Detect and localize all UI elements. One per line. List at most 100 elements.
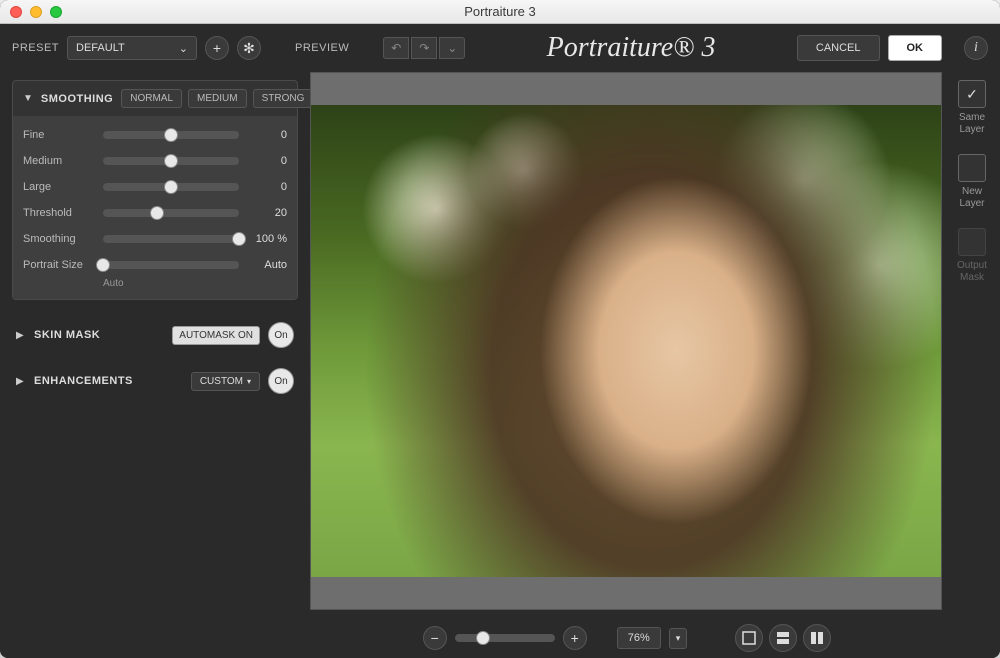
slider-row-portrait-size: Portrait SizeAuto <box>23 252 287 278</box>
preset-value: DEFAULT <box>76 42 125 54</box>
right-rail: ✓ SameLayer NewLayer OutputMask <box>944 72 1000 658</box>
slider-track[interactable] <box>103 261 239 269</box>
smoothing-panel: ▼ SMOOTHING NORMAL MEDIUM STRONG Fine0Me… <box>12 80 298 300</box>
smoothing-header[interactable]: ▼ SMOOTHING NORMAL MEDIUM STRONG <box>13 81 297 116</box>
redo-button[interactable]: ↷ <box>411 37 437 59</box>
slider-value: 0 <box>247 181 287 193</box>
portrait-image <box>311 105 941 577</box>
main: ▼ SMOOTHING NORMAL MEDIUM STRONG Fine0Me… <box>0 72 1000 658</box>
view-split-horizontal-button[interactable] <box>769 624 797 652</box>
view-mode-buttons <box>735 624 831 652</box>
slider-thumb[interactable] <box>164 128 178 142</box>
slider-track[interactable] <box>103 131 239 139</box>
chevron-down-icon: ▾ <box>676 633 681 644</box>
sidebar: ▼ SMOOTHING NORMAL MEDIUM STRONG Fine0Me… <box>0 72 310 658</box>
view-single-button[interactable] <box>735 624 763 652</box>
slider-value: Auto <box>247 259 287 271</box>
slider-value: 20 <box>247 207 287 219</box>
preset-select[interactable]: DEFAULT ⌄ <box>67 36 197 60</box>
slider-label: Fine <box>23 129 95 141</box>
zoom-slider[interactable] <box>455 634 555 642</box>
slider-label: Medium <box>23 155 95 167</box>
preset-settings-button[interactable]: ✻ <box>237 36 261 60</box>
add-preset-button[interactable]: + <box>205 36 229 60</box>
window-title: Portraiture 3 <box>0 4 1000 19</box>
slider-value: 0 <box>247 129 287 141</box>
slider-track[interactable] <box>103 183 239 191</box>
plus-icon: + <box>571 630 579 646</box>
preset-medium[interactable]: MEDIUM <box>188 89 247 108</box>
new-layer-option[interactable]: NewLayer <box>958 154 986 210</box>
slider-label: Smoothing <box>23 233 95 245</box>
disclosure-right-icon[interactable]: ▶ <box>16 376 26 387</box>
slider-value: 0 <box>247 155 287 167</box>
chevron-down-icon: ▾ <box>247 377 251 386</box>
new-layer-checkbox[interactable] <box>958 154 986 182</box>
slider-row-smoothing: Smoothing 100 % <box>23 226 287 252</box>
zoom-in-button[interactable]: + <box>563 626 587 650</box>
chevron-down-icon: ⌄ <box>447 41 457 55</box>
plus-icon: + <box>213 40 221 56</box>
slider-track[interactable] <box>103 157 239 165</box>
slider-row-fine: Fine 0 <box>23 122 287 148</box>
history-dropdown[interactable]: ⌄ <box>439 37 465 59</box>
slider-thumb[interactable] <box>150 206 164 220</box>
slider-row-medium: Medium 0 <box>23 148 287 174</box>
single-view-icon <box>742 631 756 645</box>
output-mask-option[interactable]: OutputMask <box>957 228 987 284</box>
check-icon: ✓ <box>966 86 978 103</box>
smoothing-title: SMOOTHING <box>41 93 113 105</box>
chevron-down-icon: ⌄ <box>179 42 188 55</box>
preset-strong[interactable]: STRONG <box>253 89 314 108</box>
enhancements-mode-value: CUSTOM <box>200 376 243 387</box>
preset-label: PRESET <box>12 42 59 54</box>
same-layer-label: SameLayer <box>959 112 985 136</box>
zoom-percent-select[interactable]: 76% <box>617 627 661 649</box>
disclosure-right-icon[interactable]: ▶ <box>16 330 26 341</box>
topbar: PRESET DEFAULT ⌄ + ✻ PREVIEW ↶ ↷ ⌄ Portr… <box>0 24 1000 72</box>
slider-thumb[interactable] <box>164 154 178 168</box>
output-mask-checkbox[interactable] <box>958 228 986 256</box>
slider-track[interactable] <box>103 209 239 217</box>
ok-button[interactable]: OK <box>888 35 943 61</box>
content: PRESET DEFAULT ⌄ + ✻ PREVIEW ↶ ↷ ⌄ Portr… <box>0 24 1000 658</box>
zoom-thumb[interactable] <box>476 631 490 645</box>
zoom-bar: − + 76% ▾ <box>310 618 944 658</box>
enhancements-title[interactable]: ENHANCEMENTS <box>34 375 133 387</box>
undo-button[interactable]: ↶ <box>383 37 409 59</box>
skin-mask-title[interactable]: SKIN MASK <box>34 329 100 341</box>
slider-thumb[interactable] <box>96 258 110 272</box>
enhancements-mode-select[interactable]: CUSTOM ▾ <box>191 372 260 391</box>
smoothing-presets: NORMAL MEDIUM STRONG <box>121 89 313 108</box>
zoom-out-button[interactable]: − <box>423 626 447 650</box>
slider-value: 100 % <box>247 233 287 245</box>
same-layer-option[interactable]: ✓ SameLayer <box>958 80 986 136</box>
brand-logo: Portraiture® 3 <box>473 32 789 64</box>
app-window: Portraiture 3 PRESET DEFAULT ⌄ + ✻ PREVI… <box>0 0 1000 658</box>
minus-icon: − <box>431 630 439 646</box>
zoom-percent-dropdown[interactable]: ▾ <box>669 628 688 649</box>
slider-row-large: Large 0 <box>23 174 287 200</box>
enhancements-on-button[interactable]: On <box>268 368 294 394</box>
preset-normal[interactable]: NORMAL <box>121 89 182 108</box>
slider-thumb[interactable] <box>232 232 246 246</box>
slider-row-threshold: Threshold 20 <box>23 200 287 226</box>
slider-label: Threshold <box>23 207 95 219</box>
cancel-button[interactable]: CANCEL <box>797 35 880 61</box>
preview-canvas[interactable] <box>310 72 942 610</box>
titlebar: Portraiture 3 <box>0 0 1000 24</box>
info-button[interactable]: i <box>964 36 988 60</box>
portrait-size-sublabel: Auto <box>103 278 287 289</box>
history-buttons: ↶ ↷ ⌄ <box>383 37 465 59</box>
view-split-vertical-button[interactable] <box>803 624 831 652</box>
same-layer-checkbox[interactable]: ✓ <box>958 80 986 108</box>
info-icon: i <box>974 40 978 56</box>
skin-mask-on-button[interactable]: On <box>268 322 294 348</box>
slider-track[interactable] <box>103 235 239 243</box>
gear-icon: ✻ <box>243 40 255 57</box>
undo-icon: ↶ <box>391 41 401 55</box>
slider-thumb[interactable] <box>164 180 178 194</box>
automask-toggle[interactable]: AUTOMASK ON <box>172 326 260 345</box>
slider-label: Large <box>23 181 95 193</box>
split-horizontal-icon <box>776 631 790 645</box>
